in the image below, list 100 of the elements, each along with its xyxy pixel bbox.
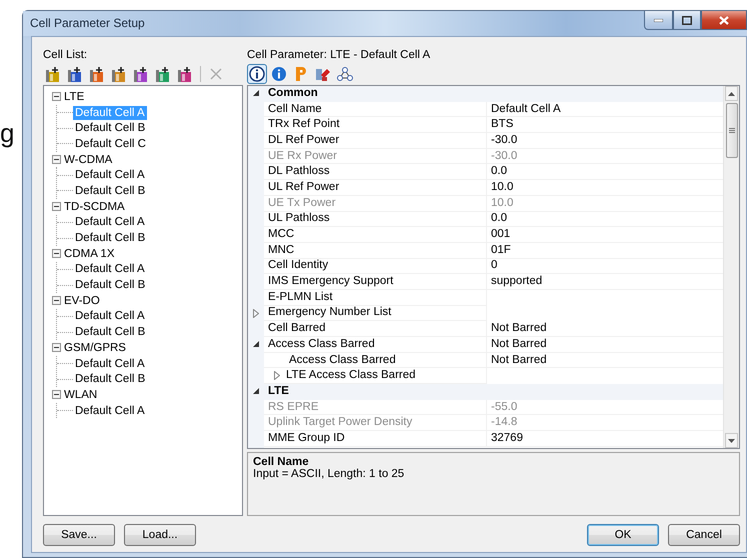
dialog-button[interactable]: OK: [587, 524, 659, 546]
property-value[interactable]: 0.0: [487, 212, 723, 228]
close-button[interactable]: [701, 11, 747, 30]
scroll-thumb[interactable]: [726, 103, 738, 158]
tree-node[interactable]: GSM/GPRS: [63, 340, 127, 355]
tree-item[interactable]: Default Cell A: [73, 404, 147, 418]
cell-add-icon: [178, 66, 192, 82]
tree-node[interactable]: W-CDMA: [63, 152, 114, 167]
tree-item[interactable]: Default Cell B: [73, 325, 148, 340]
view-button[interactable]: [247, 64, 267, 84]
dialog-button[interactable]: Load...: [124, 524, 196, 546]
tree-item[interactable]: Default Cell B: [73, 278, 148, 292]
property-value[interactable]: Default Cell A: [487, 102, 723, 118]
collapse-icon[interactable]: [252, 341, 260, 348]
cell-add-icon: [68, 66, 82, 82]
category-header: LTE: [264, 384, 723, 400]
property-name: UL Ref Power: [264, 180, 487, 196]
property-value[interactable]: 001: [487, 227, 723, 243]
property-name: RS EPRE: [264, 400, 487, 416]
collapse-icon[interactable]: [52, 155, 61, 164]
property-value[interactable]: 01F: [487, 242, 723, 259]
tree-item[interactable]: Default Cell B: [73, 372, 148, 386]
tree-node[interactable]: TD-SCDMA: [63, 200, 126, 214]
property-value[interactable]: BTS: [487, 117, 723, 134]
tree-item[interactable]: Default Cell A: [73, 356, 147, 371]
property-value[interactable]: Not Barred: [487, 352, 723, 368]
up-arrow-icon: [728, 92, 735, 96]
description-title: Cell Name: [253, 456, 310, 468]
tree-item[interactable]: Default Cell B: [73, 184, 148, 198]
collapse-icon[interactable]: [52, 202, 61, 212]
scroll-up-button[interactable]: [725, 86, 738, 101]
down-arrow-icon: [728, 438, 735, 442]
expand-icon[interactable]: [274, 371, 280, 380]
cell-add-icon: [46, 66, 60, 82]
paint-icon: [315, 66, 331, 82]
view-button[interactable]: [269, 64, 289, 84]
tree-item[interactable]: Default Cell A: [73, 309, 147, 324]
property-value[interactable]: 10.0: [487, 180, 723, 196]
property-name: Cell Identity: [264, 258, 487, 274]
property-name: TRx Ref Point: [264, 117, 487, 134]
collapse-icon[interactable]: [52, 296, 61, 306]
tree-item[interactable]: Default Cell B: [73, 121, 148, 136]
collapse-icon[interactable]: [252, 388, 260, 396]
view-button[interactable]: [335, 64, 355, 84]
property-name: Access Class Barred: [264, 352, 487, 368]
property-name: Cell Barred: [264, 321, 487, 337]
property-name: IMS Emergency Support: [264, 274, 487, 290]
cell-add-icon: [112, 66, 126, 82]
property-value[interactable]: Not Barred: [487, 337, 723, 353]
minimize-icon: [654, 18, 663, 22]
property-value[interactable]: Not Barred: [487, 321, 723, 337]
dialog-button[interactable]: Cancel: [668, 524, 740, 546]
collapse-icon[interactable]: [252, 90, 260, 98]
expand-icon[interactable]: [253, 308, 259, 318]
property-name: DL Ref Power: [264, 133, 487, 149]
property-value[interactable]: 32769: [487, 431, 723, 447]
property-name: Uplink Target Power Density: [264, 415, 487, 432]
property-value[interactable]: -30.0: [487, 133, 723, 149]
property-name: Access Class Barred: [264, 337, 487, 353]
tree-item[interactable]: Default Cell A: [73, 262, 147, 276]
minimize-button[interactable]: [644, 11, 673, 30]
cell-list-label: Cell List:: [43, 48, 88, 63]
tree-item[interactable]: Default Cell B: [73, 231, 148, 246]
tree-item[interactable]: Default Cell A: [73, 215, 147, 230]
scroll-down-button[interactable]: [725, 433, 738, 448]
property-name: UE Tx Power: [264, 196, 487, 212]
dialog-button[interactable]: Save...: [43, 524, 115, 546]
tree-item[interactable]: Default Cell C: [73, 136, 148, 151]
description-text: Input = ASCII, Length: 1 to 25: [253, 468, 406, 480]
info-icon: [249, 66, 265, 82]
background-text: g: [0, 118, 16, 148]
close-icon: [719, 16, 729, 24]
property-name: MME Group ID: [264, 431, 487, 447]
tree-node[interactable]: WLAN: [63, 388, 98, 402]
tree-item[interactable]: Default Cell A: [73, 168, 147, 182]
tree-node[interactable]: CDMA 1X: [63, 246, 116, 261]
property-name: UL Pathloss: [264, 212, 487, 228]
maximize-icon: [682, 16, 692, 24]
collapse-icon[interactable]: [52, 343, 61, 352]
info-icon: [271, 66, 287, 82]
collapse-icon[interactable]: [52, 249, 61, 258]
property-name: Cell Name: [264, 102, 487, 118]
property-value[interactable]: supported: [487, 274, 723, 290]
property-value[interactable]: 0: [487, 258, 723, 274]
category-header: Common: [264, 86, 723, 102]
property-name: UE Rx Power: [264, 148, 487, 164]
maximize-button[interactable]: [673, 11, 701, 30]
close-icon: [210, 68, 222, 80]
network-icon: [337, 66, 353, 82]
window-title: Cell Parameter Setup: [30, 16, 145, 30]
property-name: MNC: [264, 242, 487, 259]
tree-node[interactable]: LTE: [63, 90, 86, 104]
grip-icon: [728, 128, 734, 133]
tree-node[interactable]: EV-DO: [63, 294, 101, 308]
property-value[interactable]: 0.0: [487, 164, 723, 180]
collapse-icon[interactable]: [52, 92, 61, 102]
cell-add-icon: [134, 66, 148, 82]
collapse-icon[interactable]: [52, 390, 61, 400]
property-name: E-PLMN List: [264, 290, 487, 306]
property-name: MCC: [264, 227, 487, 243]
